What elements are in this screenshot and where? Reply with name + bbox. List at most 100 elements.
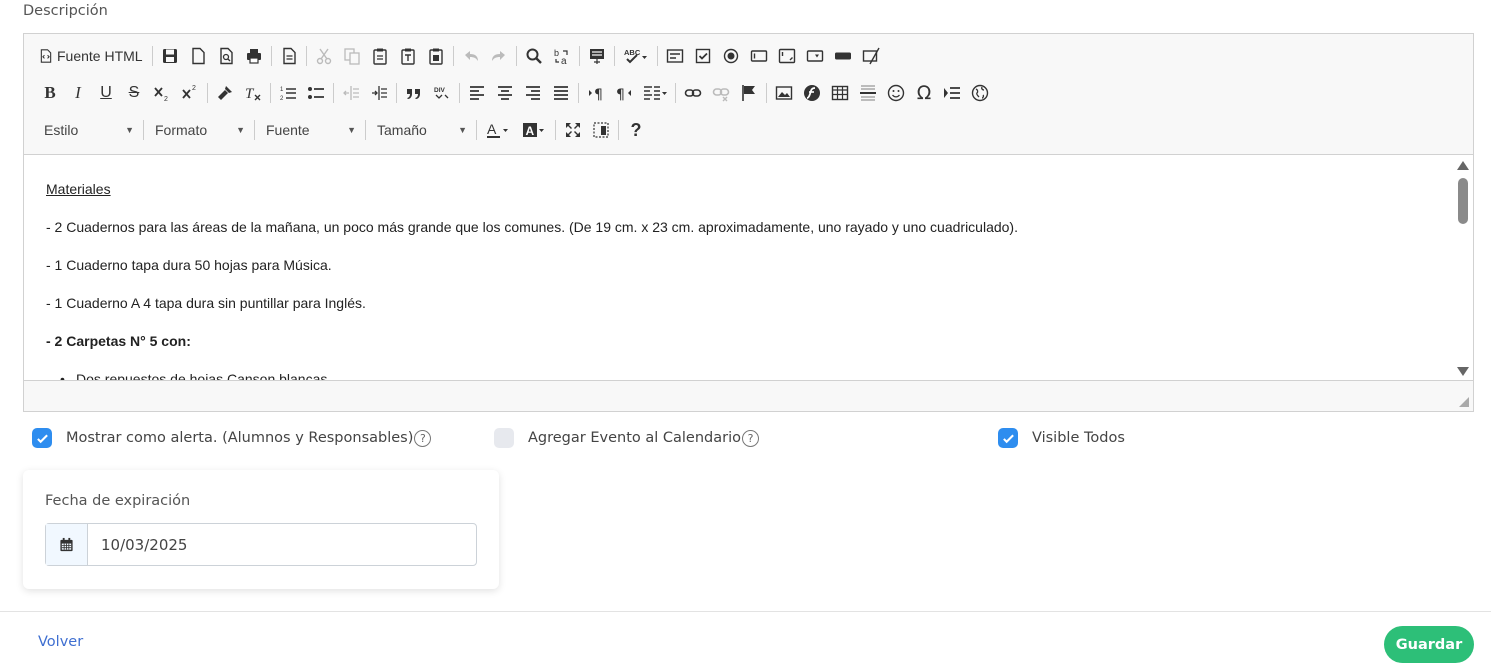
special-char-icon[interactable]: Ω: [910, 80, 938, 106]
toolbar-separator: [515, 46, 517, 66]
rtl-icon[interactable]: ¶: [610, 80, 638, 106]
toolbar-separator: [254, 120, 255, 140]
alert-option[interactable]: Mostrar como alerta. (Alumnos y Responsa…: [32, 428, 432, 448]
svg-text:2: 2: [164, 96, 168, 102]
scroll-up-arrow-icon[interactable]: [1457, 161, 1469, 170]
undo-icon[interactable]: [457, 43, 485, 69]
form-icon[interactable]: [661, 43, 689, 69]
bulleted-list-icon[interactable]: [302, 80, 330, 106]
textfield-icon[interactable]: [745, 43, 773, 69]
scroll-down-arrow-icon[interactable]: [1457, 367, 1469, 376]
numbered-list-icon[interactable]: 12: [274, 80, 302, 106]
format-combo[interactable]: Formato ▼: [147, 117, 251, 143]
increase-indent-icon[interactable]: [365, 80, 393, 106]
toolbar-separator: [396, 83, 397, 103]
redo-icon[interactable]: [485, 43, 513, 69]
save-icon[interactable]: [156, 43, 184, 69]
horizontal-rule-icon[interactable]: [854, 80, 882, 106]
editor-content[interactable]: Materiales - 2 Cuadernos para las áreas …: [24, 155, 1473, 381]
textarea-icon[interactable]: [773, 43, 801, 69]
anchor-flag-icon[interactable]: [735, 80, 763, 106]
svg-text:a: a: [561, 56, 567, 65]
cut-icon[interactable]: [310, 43, 338, 69]
help-circle-icon[interactable]: ?: [742, 429, 759, 447]
remove-format-icon[interactable]: T: [239, 80, 267, 106]
help-circle-icon[interactable]: ?: [414, 429, 432, 447]
visible-checkbox[interactable]: [998, 428, 1018, 448]
find-icon[interactable]: [520, 43, 548, 69]
maximize-icon[interactable]: [559, 117, 587, 143]
calendar-option[interactable]: Agregar Evento al Calendario ?: [494, 428, 759, 448]
select-field-icon[interactable]: [801, 43, 829, 69]
toolbar-separator: [452, 46, 454, 66]
help-button[interactable]: ?: [622, 117, 650, 143]
language-icon[interactable]: [638, 80, 672, 106]
align-left-icon[interactable]: [463, 80, 491, 106]
font-combo[interactable]: Fuente ▼: [258, 117, 362, 143]
underline-button[interactable]: U: [92, 80, 120, 106]
new-page-icon[interactable]: [184, 43, 212, 69]
print-icon[interactable]: [240, 43, 268, 69]
hidden-field-icon[interactable]: [857, 43, 885, 69]
bg-color-icon[interactable]: A: [516, 117, 552, 143]
page-break-icon[interactable]: [938, 80, 966, 106]
svg-text:ABC: ABC: [624, 48, 641, 57]
visible-option[interactable]: Visible Todos: [998, 428, 1125, 448]
subscript-icon[interactable]: 2: [148, 80, 176, 106]
calendar-checkbox[interactable]: [494, 428, 514, 448]
flash-icon[interactable]: [798, 80, 826, 106]
calendar-icon[interactable]: [46, 524, 88, 565]
copy-icon[interactable]: [338, 43, 366, 69]
align-justify-icon[interactable]: [547, 80, 575, 106]
editor-scrollbar[interactable]: [1451, 155, 1473, 381]
unlink-icon[interactable]: [707, 80, 735, 106]
back-link[interactable]: Volver: [38, 634, 83, 650]
toolbar-separator: [305, 46, 307, 66]
paste-word-icon[interactable]: [422, 43, 450, 69]
image-icon[interactable]: [770, 80, 798, 106]
expiration-date-input[interactable]: [88, 524, 476, 565]
bold-button[interactable]: B: [36, 80, 64, 106]
iframe-globe-icon[interactable]: [966, 80, 994, 106]
save-button[interactable]: Guardar: [1384, 626, 1474, 663]
paste-icon[interactable]: [366, 43, 394, 69]
table-icon[interactable]: [826, 80, 854, 106]
align-right-icon[interactable]: [519, 80, 547, 106]
italic-button[interactable]: I: [64, 80, 92, 106]
radio-icon[interactable]: [717, 43, 745, 69]
templates-icon[interactable]: [275, 43, 303, 69]
toolbar-separator: [766, 83, 767, 103]
toolbar-separator: [476, 120, 477, 140]
show-blocks-icon[interactable]: [587, 117, 615, 143]
svg-text:b: b: [554, 48, 559, 58]
superscript-icon[interactable]: 2: [176, 80, 204, 106]
source-html-button[interactable]: Fuente HTML: [36, 43, 149, 69]
copy-format-icon[interactable]: [211, 80, 239, 106]
preview-icon[interactable]: [212, 43, 240, 69]
ltr-icon[interactable]: ¶: [582, 80, 610, 106]
smiley-icon[interactable]: [882, 80, 910, 106]
style-combo[interactable]: Estilo ▼: [36, 117, 140, 143]
strikethrough-button[interactable]: S: [120, 80, 148, 106]
visible-label: Visible Todos: [1032, 430, 1125, 446]
checkbox-icon[interactable]: [689, 43, 717, 69]
align-center-icon[interactable]: [491, 80, 519, 106]
text-color-icon[interactable]: A: [480, 117, 516, 143]
div-container-icon[interactable]: DIV: [428, 80, 456, 106]
blockquote-icon[interactable]: [400, 80, 428, 106]
decrease-indent-icon[interactable]: [337, 80, 365, 106]
checkmark-icon: [36, 434, 48, 443]
toolbar-separator: [270, 83, 271, 103]
scroll-thumb[interactable]: [1458, 178, 1468, 224]
paste-text-icon[interactable]: [394, 43, 422, 69]
button-field-icon[interactable]: [829, 43, 857, 69]
resize-handle-icon[interactable]: [1459, 397, 1469, 407]
size-combo-label: Tamaño: [377, 122, 427, 138]
spellcheck-icon[interactable]: ABC: [618, 43, 654, 69]
chevron-down-icon: ▼: [125, 125, 134, 135]
link-icon[interactable]: [679, 80, 707, 106]
alert-checkbox[interactable]: [32, 428, 52, 448]
replace-icon[interactable]: ba: [548, 43, 576, 69]
size-combo[interactable]: Tamaño ▼: [369, 117, 473, 143]
select-all-icon[interactable]: [583, 43, 611, 69]
